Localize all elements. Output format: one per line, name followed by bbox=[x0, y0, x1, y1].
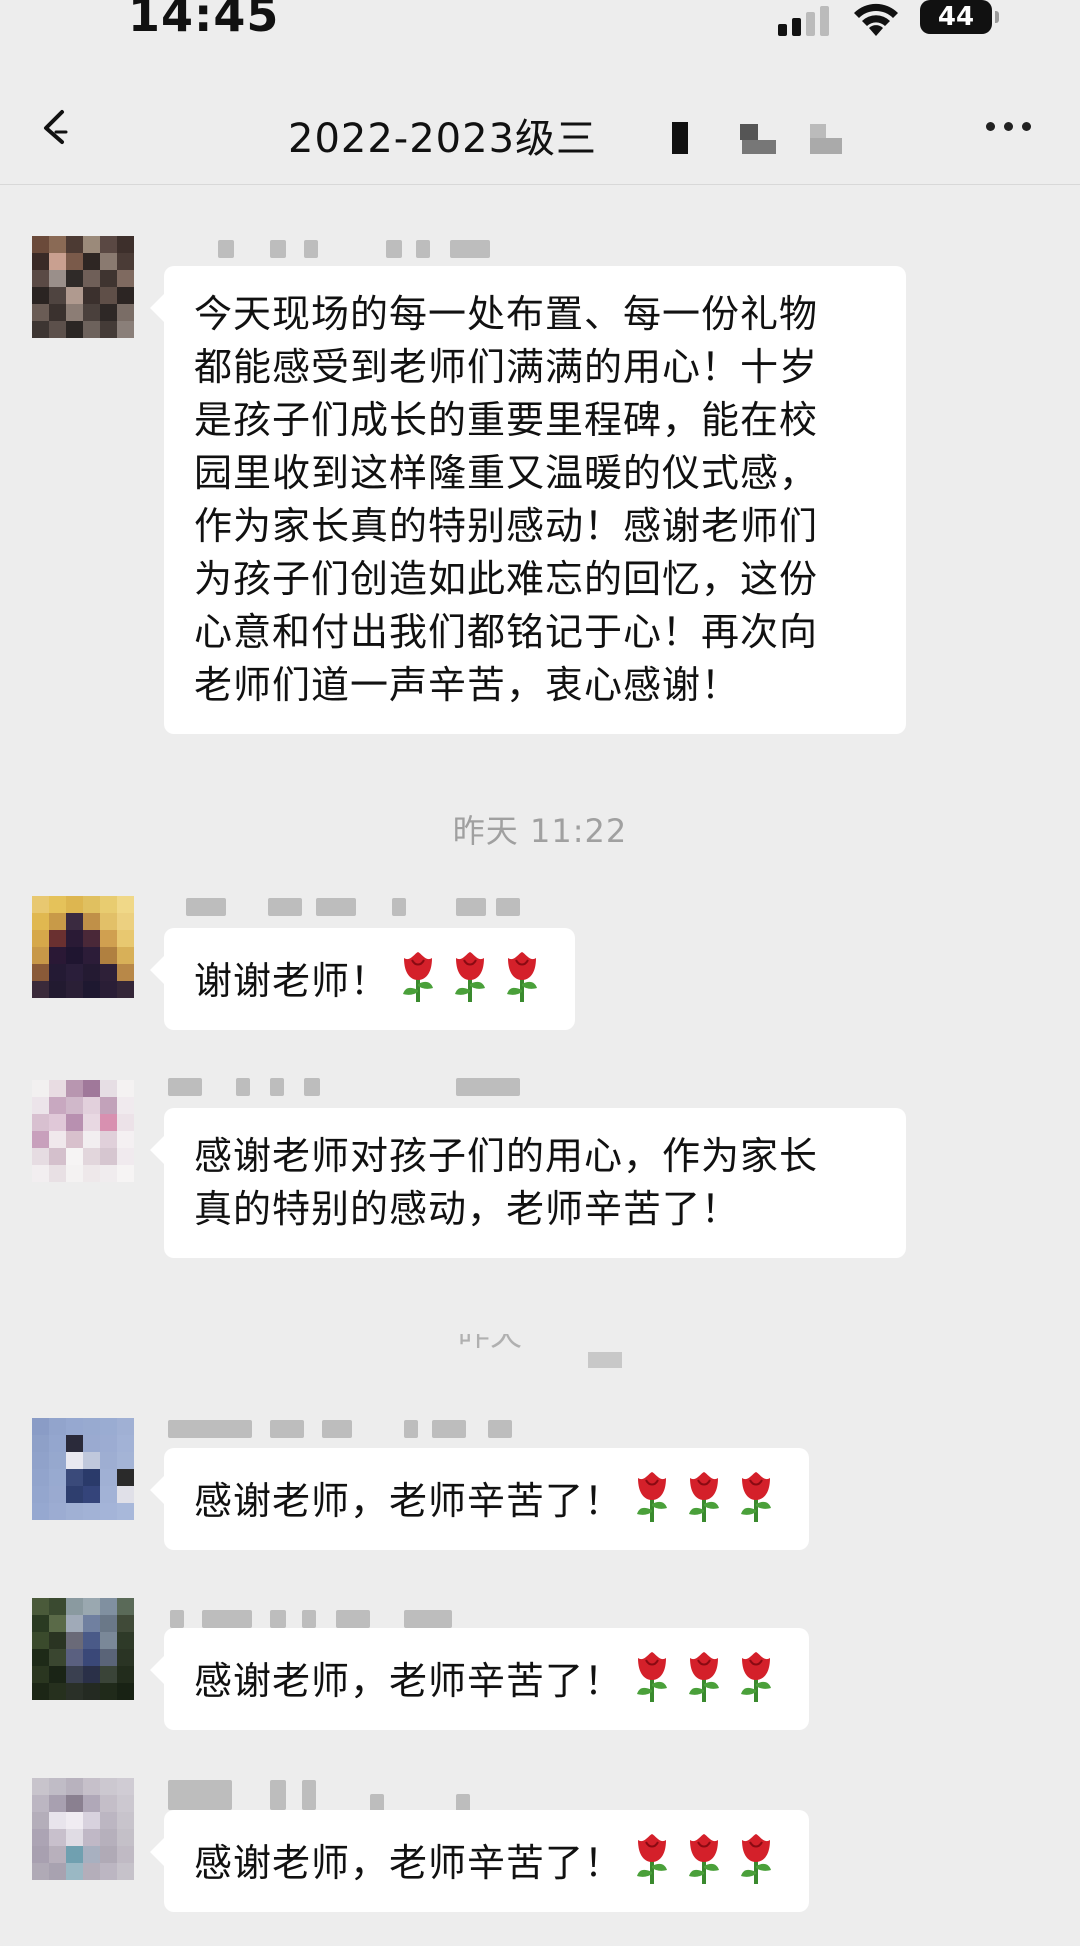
rose-icon bbox=[507, 952, 538, 1002]
rose-icon bbox=[741, 1652, 772, 1702]
rose-icon bbox=[455, 952, 486, 1002]
rose-emoji-group bbox=[389, 952, 545, 1003]
status-bar: 14:45 44 bbox=[0, 0, 1080, 60]
message-text: 谢谢老师！ bbox=[194, 959, 390, 1003]
signal-icon bbox=[778, 6, 834, 36]
message-bubble[interactable]: 感谢老师，老师辛苦了！ bbox=[149, 1810, 810, 1912]
rose-icon bbox=[403, 952, 434, 1002]
message-bubble[interactable]: 感谢老师，老师辛苦了！ bbox=[149, 1448, 810, 1550]
nav-bar: 2022-2023级三 bbox=[0, 82, 1080, 182]
avatar[interactable] bbox=[32, 896, 134, 998]
avatar[interactable] bbox=[32, 1598, 134, 1700]
message-bubble[interactable]: 感谢老师，老师辛苦了！ bbox=[149, 1628, 810, 1730]
message-text: 感谢老师，老师辛苦了！ bbox=[194, 1659, 624, 1703]
status-time: 14:45 bbox=[128, 0, 280, 42]
rose-icon bbox=[689, 1472, 720, 1522]
avatar[interactable] bbox=[32, 236, 134, 338]
rose-icon bbox=[637, 1652, 668, 1702]
avatar[interactable] bbox=[32, 1080, 134, 1182]
rose-icon bbox=[689, 1834, 720, 1884]
message-text: 感谢老师，老师辛苦了！ bbox=[194, 1841, 624, 1885]
rose-emoji-group bbox=[623, 1652, 779, 1703]
chat-title[interactable]: 2022-2023级三 bbox=[288, 106, 597, 164]
battery-indicator: 44 bbox=[920, 0, 999, 34]
rose-icon bbox=[741, 1834, 772, 1884]
rose-emoji-group bbox=[623, 1834, 779, 1885]
message-text: 感谢老师对孩子们的用心，作为家长 真的特别的感动，老师辛苦了！ bbox=[194, 1134, 819, 1231]
rose-icon bbox=[741, 1472, 772, 1522]
message-bubble[interactable]: 今天现场的每一处布置、每一份礼物 都能感受到老师们满满的用心！十岁 是孩子们成长… bbox=[150, 266, 906, 734]
rose-icon bbox=[637, 1834, 668, 1884]
message-bubble[interactable]: 感谢老师对孩子们的用心，作为家长 真的特别的感动，老师辛苦了！ bbox=[150, 1108, 906, 1258]
more-dots-icon[interactable] bbox=[986, 122, 1034, 134]
rose-icon bbox=[637, 1472, 668, 1522]
timestamp-blur bbox=[588, 1352, 622, 1368]
rose-emoji-group bbox=[623, 1472, 779, 1523]
title-blurred-text bbox=[670, 122, 850, 162]
message-text: 感谢老师，老师辛苦了！ bbox=[194, 1479, 624, 1523]
back-arrow-icon[interactable] bbox=[36, 106, 76, 146]
avatar[interactable] bbox=[32, 1778, 134, 1880]
message-text: 今天现场的每一处布置、每一份礼物 都能感受到老师们满满的用心！十岁 是孩子们成长… bbox=[194, 292, 819, 707]
nav-divider bbox=[0, 184, 1080, 185]
message-bubble[interactable]: 谢谢老师！ bbox=[149, 928, 576, 1030]
wifi-icon bbox=[854, 3, 898, 36]
avatar[interactable] bbox=[32, 1418, 134, 1520]
rose-icon bbox=[689, 1652, 720, 1702]
chat-screen: 14:45 44 2022-2023级三 今天现场的每一处布置、每一份礼物 都能… bbox=[0, 0, 1080, 1946]
timestamp: 昨天 11:22 bbox=[452, 812, 628, 850]
